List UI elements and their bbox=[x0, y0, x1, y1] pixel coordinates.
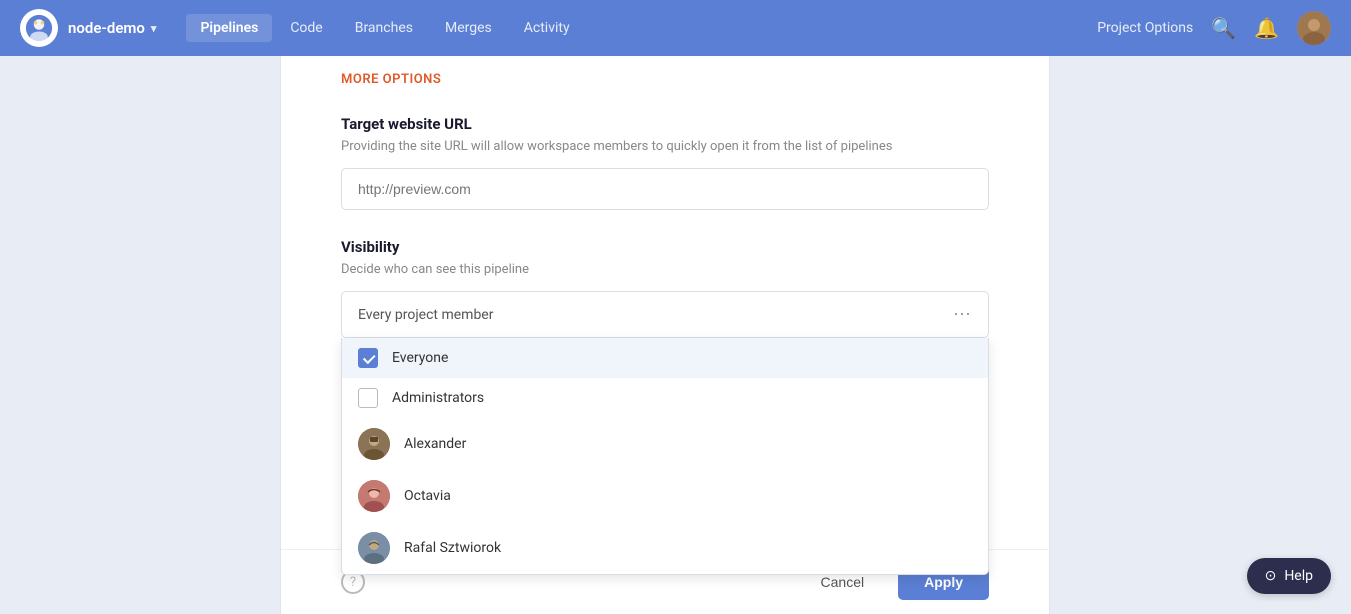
target-url-input[interactable] bbox=[341, 168, 989, 210]
help-fab-label: Help bbox=[1284, 568, 1313, 584]
checkbox-everyone bbox=[358, 348, 378, 368]
dropdown-placeholder: Every project member bbox=[358, 307, 493, 323]
help-fab-icon: ⊙ bbox=[1265, 568, 1277, 584]
nav-pipelines[interactable]: Pipelines bbox=[186, 14, 272, 42]
nav-activity[interactable]: Activity bbox=[510, 14, 584, 42]
nav-code[interactable]: Code bbox=[276, 14, 336, 42]
nav-branches[interactable]: Branches bbox=[341, 14, 427, 42]
dropdown-option-administrators[interactable]: Administrators bbox=[342, 378, 988, 418]
option-label-octavia: Octavia bbox=[404, 488, 451, 504]
settings-panel: MORE OPTIONS Target website URL Providin… bbox=[280, 56, 1050, 614]
main-nav: Pipelines Code Branches Merges Activity bbox=[186, 14, 1097, 42]
nav-merges[interactable]: Merges bbox=[431, 14, 506, 42]
target-url-desc: Providing the site URL will allow worksp… bbox=[341, 139, 989, 154]
navbar-right: Project Options 🔍 🔔 bbox=[1097, 11, 1331, 45]
dropdown-option-rafal[interactable]: Rafal Sztwiorok bbox=[342, 522, 988, 574]
option-label-rafal: Rafal Sztwiorok bbox=[404, 540, 501, 556]
dropdown-option-everyone[interactable]: Everyone bbox=[342, 338, 988, 378]
avatar-alexander bbox=[358, 428, 390, 460]
more-options-link[interactable]: MORE OPTIONS bbox=[341, 56, 989, 87]
project-selector[interactable]: node-demo ▾ bbox=[68, 19, 156, 37]
visibility-dropdown-list: Everyone Administrators bbox=[341, 338, 989, 575]
navbar: node-demo ▾ Pipelines Code Branches Merg… bbox=[0, 0, 1351, 56]
project-name: node-demo bbox=[68, 19, 145, 37]
visibility-dropdown-wrapper: Every project member ⋯ Everyone Administ… bbox=[341, 291, 989, 338]
option-label-everyone: Everyone bbox=[392, 350, 448, 366]
user-avatar[interactable] bbox=[1297, 11, 1331, 45]
avatar-octavia bbox=[358, 480, 390, 512]
visibility-dropdown-trigger[interactable]: Every project member ⋯ bbox=[341, 291, 989, 338]
search-icon[interactable]: 🔍 bbox=[1211, 16, 1236, 40]
target-url-title: Target website URL bbox=[341, 115, 989, 133]
visibility-desc: Decide who can see this pipeline bbox=[341, 262, 989, 277]
visibility-section: Visibility Decide who can see this pipel… bbox=[341, 238, 989, 338]
dropdown-dots-icon: ⋯ bbox=[953, 304, 972, 325]
dropdown-option-alexander[interactable]: Alexander bbox=[342, 418, 988, 470]
help-fab[interactable]: ⊙ Help bbox=[1247, 558, 1331, 594]
app-logo[interactable] bbox=[20, 9, 58, 47]
notifications-icon[interactable]: 🔔 bbox=[1254, 16, 1279, 40]
target-url-section: Target website URL Providing the site UR… bbox=[341, 115, 989, 210]
dropdown-option-octavia[interactable]: Octavia bbox=[342, 470, 988, 522]
avatar-rafal bbox=[358, 532, 390, 564]
project-options-link[interactable]: Project Options bbox=[1097, 20, 1193, 36]
visibility-title: Visibility bbox=[341, 238, 989, 256]
page-content: MORE OPTIONS Target website URL Providin… bbox=[0, 56, 1351, 614]
option-label-administrators: Administrators bbox=[392, 390, 484, 406]
checkbox-administrators bbox=[358, 388, 378, 408]
chevron-down-icon: ▾ bbox=[151, 22, 157, 35]
option-label-alexander: Alexander bbox=[404, 436, 466, 452]
